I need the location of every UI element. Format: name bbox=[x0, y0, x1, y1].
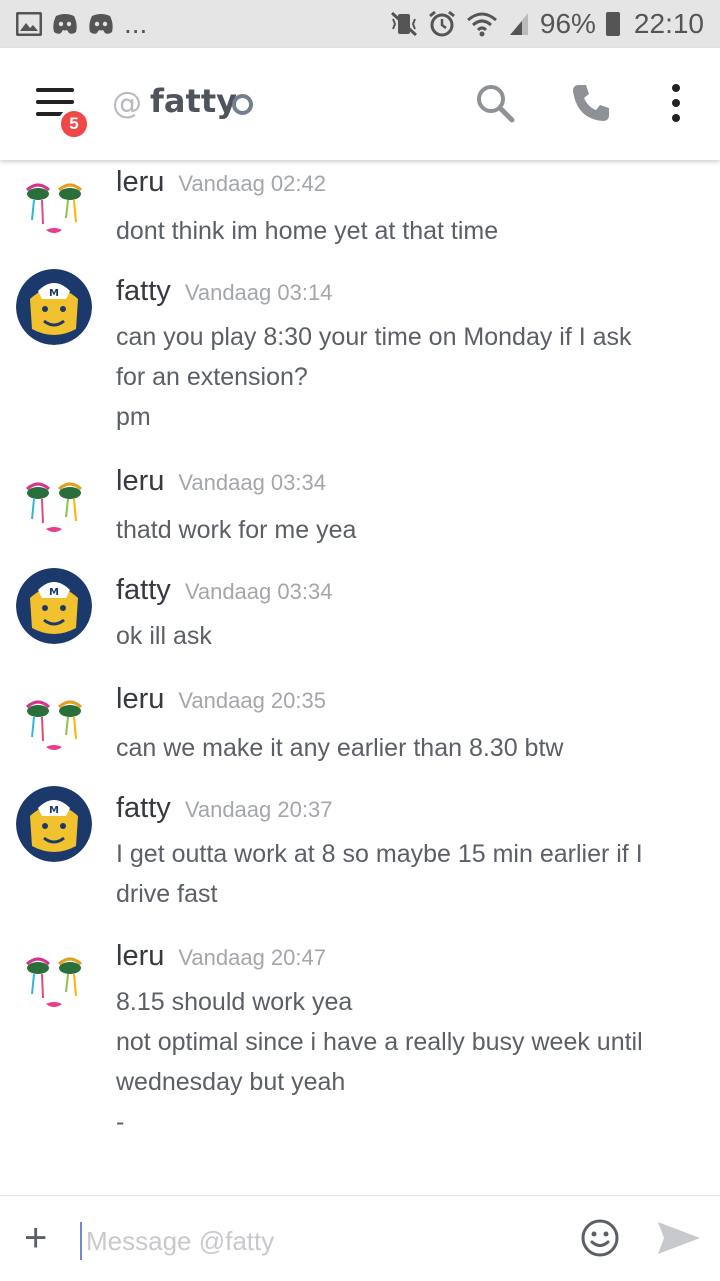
timestamp: Vandaag 20:37 bbox=[184, 797, 333, 822]
username[interactable]: fatty bbox=[116, 792, 171, 825]
fatty-avatar[interactable]: M bbox=[16, 269, 92, 345]
username[interactable]: fatty bbox=[116, 574, 171, 607]
message-header: leru Vandaag 20:35 bbox=[116, 683, 326, 716]
leru-avatar[interactable] bbox=[16, 689, 92, 765]
at-icon: @ bbox=[112, 86, 142, 121]
signal-icon bbox=[509, 13, 528, 35]
message-line: ok ill ask bbox=[116, 622, 212, 650]
message-line: thatd work for me yea bbox=[116, 516, 357, 544]
status-bar: ... 96% 22:10 bbox=[0, 0, 720, 48]
message-header: fatty Vandaag 03:34 bbox=[116, 574, 332, 607]
username[interactable]: fatty bbox=[116, 275, 171, 308]
fatty-avatar[interactable]: M bbox=[16, 786, 92, 862]
hamburger-icon-bar bbox=[36, 100, 74, 104]
message-line: can we make it any earlier than 8.30 btw bbox=[116, 734, 564, 762]
message-line: I get outta work at 8 so maybe 15 min ea… bbox=[116, 840, 643, 868]
offline-status-icon bbox=[232, 94, 253, 115]
message-line: wednesday but yeah bbox=[116, 1068, 346, 1096]
wifi-icon bbox=[466, 12, 497, 37]
timestamp: Vandaag 03:34 bbox=[178, 470, 326, 495]
message-line: 8.15 should work yea bbox=[116, 988, 353, 1016]
message-composer: + bbox=[0, 1195, 720, 1281]
username[interactable]: leru bbox=[116, 465, 164, 498]
timestamp: Vandaag 02:42 bbox=[178, 171, 326, 196]
discord-icon bbox=[53, 14, 77, 34]
username[interactable]: leru bbox=[116, 940, 164, 973]
battery-icon bbox=[605, 12, 620, 36]
more-notifications: ... bbox=[124, 8, 148, 39]
svg-text:M: M bbox=[49, 288, 59, 299]
search-icon[interactable] bbox=[474, 82, 516, 124]
phone-icon[interactable] bbox=[570, 82, 612, 124]
message-header: leru Vandaag 03:34 bbox=[116, 465, 326, 498]
clock: 22:10 bbox=[633, 8, 704, 39]
message-header: fatty Vandaag 03:14 bbox=[116, 275, 332, 308]
username[interactable]: leru bbox=[116, 166, 164, 199]
message-input[interactable] bbox=[80, 1222, 558, 1260]
emoji-icon[interactable] bbox=[580, 1218, 620, 1258]
app-header: 5 @ fatty bbox=[0, 48, 720, 160]
status-bar-right: 96% 22:10 bbox=[390, 8, 704, 40]
svg-text:M: M bbox=[49, 587, 59, 598]
gallery-icon bbox=[16, 12, 42, 36]
message-content: ok ill ask bbox=[116, 616, 686, 656]
message-content: can you play 8:30 your time on Monday if… bbox=[116, 317, 686, 437]
send-icon[interactable] bbox=[656, 1220, 702, 1256]
message-line: for an extension? bbox=[116, 363, 308, 391]
message-list[interactable]: leru Vandaag 02:42 dont think im home ye… bbox=[0, 160, 720, 1195]
leru-avatar[interactable] bbox=[16, 172, 92, 248]
mute-vibrate-icon bbox=[390, 11, 417, 37]
hamburger-icon bbox=[36, 88, 74, 92]
message-content: 8.15 should work yea not optimal since i… bbox=[116, 982, 686, 1142]
fatty-avatar[interactable]: M bbox=[16, 568, 92, 644]
message-line: not optimal since i have a really busy w… bbox=[116, 1028, 643, 1056]
svg-text:M: M bbox=[49, 805, 59, 816]
timestamp: Vandaag 20:47 bbox=[178, 945, 326, 970]
timestamp: Vandaag 03:14 bbox=[184, 280, 333, 305]
message-content: I get outta work at 8 so maybe 15 min ea… bbox=[116, 834, 686, 914]
leru-avatar[interactable] bbox=[16, 471, 92, 547]
message-line: can you play 8:30 your time on Monday if… bbox=[116, 323, 632, 351]
unread-badge: 5 bbox=[58, 108, 90, 140]
message-header: leru Vandaag 20:47 bbox=[116, 940, 326, 973]
username[interactable]: leru bbox=[116, 683, 164, 716]
discord-icon bbox=[89, 14, 113, 34]
timestamp: Vandaag 03:34 bbox=[184, 579, 333, 604]
leru-avatar[interactable] bbox=[16, 946, 92, 1022]
add-attachment-button[interactable]: + bbox=[24, 1218, 47, 1258]
alarm-icon bbox=[428, 10, 455, 37]
channel-title: fatty bbox=[150, 82, 237, 120]
timestamp: Vandaag 20:35 bbox=[178, 688, 326, 713]
message-content: can we make it any earlier than 8.30 btw bbox=[116, 728, 686, 768]
message-content: dont think im home yet at that time bbox=[116, 211, 686, 251]
status-bar-left: ... bbox=[16, 8, 147, 40]
battery-percent: 96% bbox=[539, 8, 596, 39]
message-header: fatty Vandaag 20:37 bbox=[116, 792, 332, 825]
message-line: dont think im home yet at that time bbox=[116, 217, 499, 245]
message-line: pm bbox=[116, 403, 151, 431]
message-line: - bbox=[116, 1108, 125, 1136]
more-options-icon[interactable] bbox=[664, 82, 688, 124]
message-header: leru Vandaag 02:42 bbox=[116, 166, 326, 199]
message-line: drive fast bbox=[116, 880, 218, 908]
message-content: thatd work for me yea bbox=[116, 510, 686, 550]
